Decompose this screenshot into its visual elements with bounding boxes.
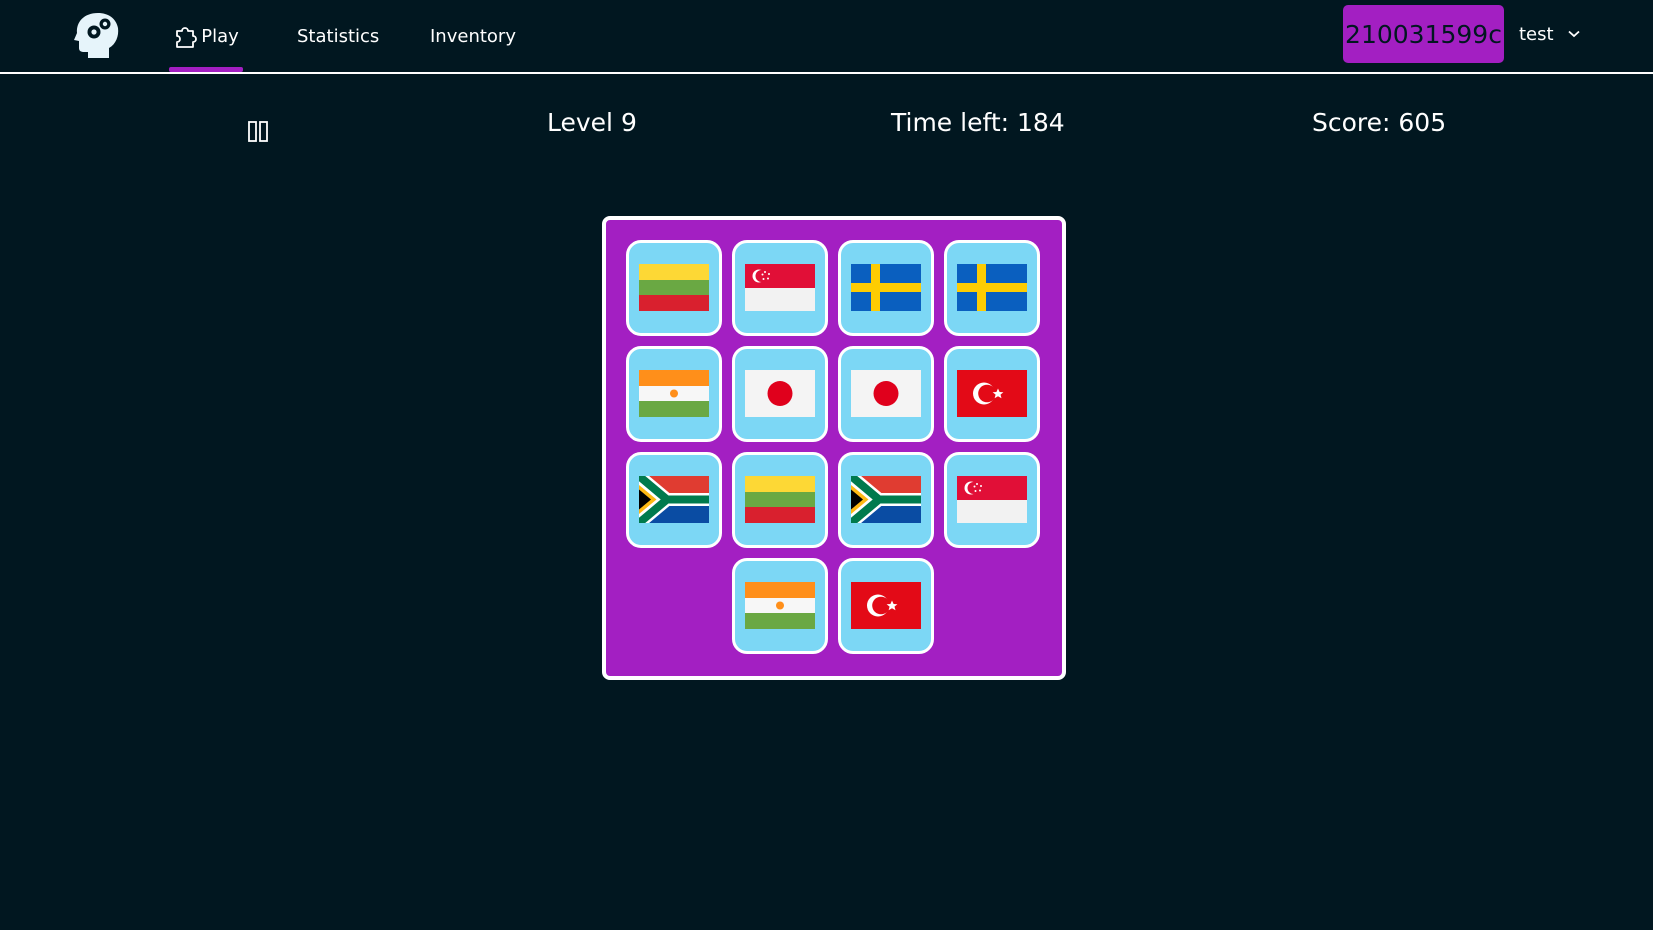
turkey-flag-icon (851, 582, 921, 629)
flag-card-lithuania[interactable] (626, 240, 722, 336)
lithuania-flag-icon (745, 476, 815, 523)
flag-card-niger[interactable] (732, 558, 828, 654)
flag-card-south-africa[interactable] (626, 452, 722, 548)
flag-card-south-africa[interactable] (838, 452, 934, 548)
flag-card-niger[interactable] (626, 346, 722, 442)
tab-play[interactable]: Play (169, 0, 243, 72)
top-navbar: Play Statistics Inventory 210031599c tes… (0, 0, 1653, 74)
flag-card-singapore[interactable] (944, 452, 1040, 548)
tab-statistics[interactable]: Statistics (297, 0, 379, 72)
time-left-label: Time left: 184 (891, 108, 1065, 137)
niger-flag-icon (639, 370, 709, 417)
pause-icon[interactable] (246, 119, 270, 143)
score-label: Score: 605 (1312, 108, 1447, 137)
user-code-button[interactable]: 210031599c (1343, 5, 1504, 63)
username-label: test (1519, 23, 1554, 45)
brain-gears-logo-icon[interactable] (74, 11, 120, 59)
user-menu-dropdown[interactable]: test (1519, 0, 1580, 68)
tab-inventory[interactable]: Inventory (430, 0, 516, 72)
memory-game-board (602, 216, 1066, 680)
flag-card-singapore[interactable] (732, 240, 828, 336)
level-label: Level 9 (547, 108, 637, 137)
flag-card-sweden[interactable] (944, 240, 1040, 336)
flag-card-lithuania[interactable] (732, 452, 828, 548)
flag-card-turkey[interactable] (944, 346, 1040, 442)
flag-card-turkey[interactable] (838, 558, 934, 654)
turkey-flag-icon (957, 370, 1027, 417)
flag-card-japan[interactable] (838, 346, 934, 442)
flag-card-sweden[interactable] (838, 240, 934, 336)
south-africa-flag-icon (639, 476, 709, 523)
lithuania-flag-icon (639, 264, 709, 311)
niger-flag-icon (745, 582, 815, 629)
sweden-flag-icon (851, 264, 921, 311)
flag-card-japan[interactable] (732, 346, 828, 442)
sweden-flag-icon (957, 264, 1027, 311)
japan-flag-icon (745, 370, 815, 417)
chevron-down-icon (1567, 30, 1580, 38)
singapore-flag-icon (745, 264, 815, 311)
south-africa-flag-icon (851, 476, 921, 523)
tab-play-label: Play (201, 25, 239, 47)
singapore-flag-icon (957, 476, 1027, 523)
puzzle-icon (176, 27, 198, 48)
japan-flag-icon (851, 370, 921, 417)
